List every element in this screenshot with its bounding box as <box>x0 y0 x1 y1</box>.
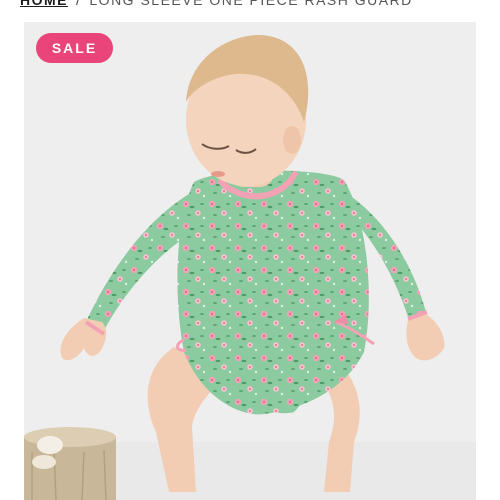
breadcrumb-current-page: LONG SLEEVE ONE PIECE RASH GUARD <box>89 0 413 8</box>
breadcrumb-home-link[interactable]: HOME <box>20 0 68 8</box>
breadcrumb-separator: / <box>76 0 82 8</box>
wood-stump <box>24 427 116 500</box>
product-image-gallery[interactable]: SALE <box>24 22 476 500</box>
sale-badge: SALE <box>36 33 113 63</box>
breadcrumb: HOME / LONG SLEEVE ONE PIECE RASH GUARD <box>20 0 413 9</box>
head <box>186 35 309 187</box>
product-photo[interactable] <box>24 22 476 500</box>
